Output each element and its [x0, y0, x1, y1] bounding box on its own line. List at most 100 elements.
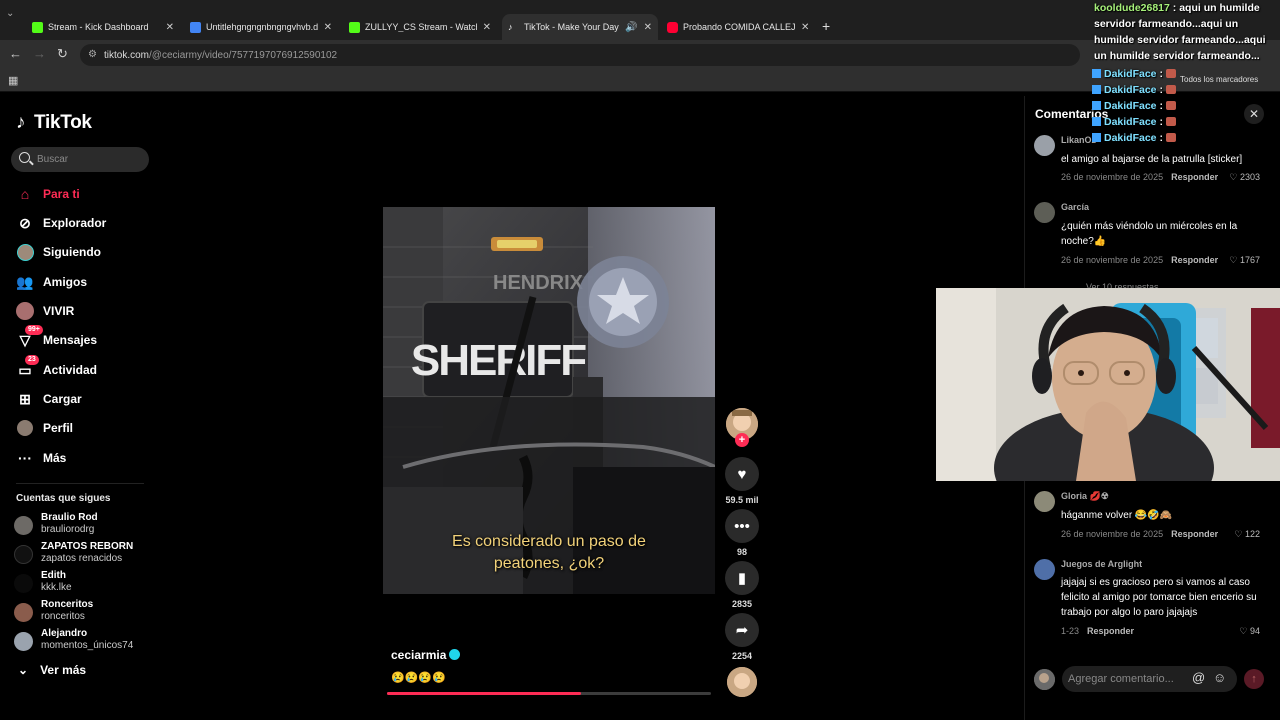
- account-handle: zapatos renacidos: [41, 553, 123, 564]
- comment-like-button[interactable]: ♡ 94: [1239, 626, 1260, 637]
- url-path: /@ceciarmy/video/7577197076912590102: [149, 50, 338, 61]
- comment-button[interactable]: •••: [725, 509, 759, 543]
- comment-user[interactable]: García: [1061, 202, 1089, 212]
- music-avatar[interactable]: [727, 667, 757, 697]
- nav-label: Mensajes: [43, 333, 98, 347]
- tab-audio-icon[interactable]: 🔊: [625, 22, 637, 33]
- streamer-webcam-overlay: [936, 288, 1280, 481]
- browser-tab[interactable]: Probando COMIDA CALLEJERA ✕: [661, 14, 817, 40]
- account-handle: ronceritos: [41, 611, 85, 622]
- url-field[interactable]: ⚙ tiktok.com/@ceciarmy/video/75771970769…: [80, 44, 1080, 66]
- nav-label: Amigos: [43, 275, 88, 289]
- account-handle: brauliorodrg: [41, 524, 95, 535]
- comment-like-button[interactable]: ♡ 122: [1234, 529, 1260, 540]
- video-progress-bar[interactable]: [387, 692, 711, 695]
- comment-dots-icon: •••: [734, 517, 750, 535]
- avatar[interactable]: [1034, 135, 1055, 156]
- nav-item-siguiendo[interactable]: Siguiendo: [16, 241, 101, 263]
- webcam-frame: [936, 288, 1280, 481]
- tiktok-logo[interactable]: ♪ TikTok: [16, 112, 92, 134]
- arrow-up-icon: ↑: [1251, 673, 1257, 685]
- browser-tab-active[interactable]: ♪ TikTok - Make Your Day 🔊 ✕: [502, 14, 658, 40]
- following-header: Cuentas que sigues: [16, 493, 111, 504]
- tab-close-icon[interactable]: ✕: [801, 22, 809, 33]
- video-author[interactable]: ceciarmia: [391, 648, 461, 662]
- tab-close-icon[interactable]: ✕: [644, 22, 652, 33]
- kick-favicon-icon: [32, 21, 43, 33]
- followed-account[interactable]: ZAPATOS REBORN zapatos renacidos: [14, 541, 154, 567]
- share-button[interactable]: ➦: [725, 613, 759, 647]
- comment-count: 98: [736, 547, 747, 557]
- tab-search-dropdown-icon[interactable]: ⌄: [6, 8, 20, 22]
- comment-user[interactable]: Juegos de Arglight: [1061, 559, 1142, 569]
- video-player[interactable]: HENDRIX SHERIFF Es considerado un paso d…: [383, 207, 715, 594]
- reply-button[interactable]: Responder: [1171, 255, 1218, 265]
- avatar[interactable]: [1034, 491, 1055, 512]
- like-button[interactable]: ♥: [725, 457, 759, 491]
- account-name: Ronceritos: [41, 599, 94, 610]
- comment-user[interactable]: Gloria 💋☢: [1061, 491, 1109, 502]
- comment-like-count: 2303: [1239, 172, 1260, 182]
- followed-account[interactable]: Ronceritos ronceritos: [14, 599, 154, 625]
- comment-like-button[interactable]: ♡ 1767: [1229, 255, 1260, 266]
- site-info-icon[interactable]: ⚙: [88, 49, 97, 60]
- comment-like-button[interactable]: ♡ 2303: [1229, 172, 1260, 183]
- new-tab-button[interactable]: +: [822, 18, 830, 34]
- nav-label: Explorador: [43, 216, 107, 230]
- nav-item-amigos[interactable]: 👥 Amigos: [16, 271, 87, 293]
- comment-meta: 26 de noviembre de 2025 Responder: [1061, 172, 1218, 182]
- search-input[interactable]: Buscar: [11, 147, 149, 172]
- save-count: 2835: [731, 599, 753, 609]
- nav-item-mas[interactable]: ··· Más: [16, 447, 66, 469]
- author-name: ceciarmia: [391, 648, 447, 662]
- tab-close-icon[interactable]: ✕: [483, 22, 491, 33]
- browser-tab[interactable]: ZULLYY_CS Stream - Watch Live ✕: [343, 14, 497, 40]
- nav-item-explorador[interactable]: ⊘ Explorador: [16, 212, 106, 234]
- reply-button[interactable]: Responder: [1171, 172, 1218, 182]
- browser-tab[interactable]: Stream - Kick Dashboard ✕: [26, 14, 180, 40]
- tab-close-icon[interactable]: ✕: [166, 22, 174, 33]
- avatar[interactable]: [1034, 559, 1055, 580]
- reply-button[interactable]: Responder: [1087, 626, 1134, 636]
- chat-colon: :: [1169, 2, 1180, 14]
- apps-grid-icon[interactable]: ▦: [8, 74, 18, 87]
- chat-colon: :: [1156, 100, 1166, 112]
- follow-plus-button[interactable]: +: [735, 433, 749, 447]
- nav-item-para-ti[interactable]: ⌂ Para ti: [16, 183, 80, 205]
- reload-icon[interactable]: ↻: [57, 46, 68, 62]
- see-more-button[interactable]: ⌄ Ver más: [18, 663, 86, 677]
- comment-input[interactable]: Agregar comentario... @ ☺: [1062, 666, 1237, 692]
- nav-item-actividad[interactable]: ▭ 23 Actividad: [16, 355, 97, 381]
- account-name: Alejandro: [41, 628, 88, 639]
- forward-icon[interactable]: →: [33, 46, 46, 61]
- reply-button[interactable]: Responder: [1171, 529, 1218, 539]
- tab-close-icon[interactable]: ✕: [324, 22, 332, 33]
- avatar[interactable]: [1034, 202, 1055, 223]
- back-icon[interactable]: ←: [9, 46, 22, 61]
- send-comment-button[interactable]: ↑: [1244, 669, 1264, 689]
- kick-badge-icon: [1092, 117, 1101, 126]
- followed-account[interactable]: Edith kkk.lke: [14, 570, 154, 596]
- comment-meta: 26 de noviembre de 2025 Responder: [1061, 529, 1218, 539]
- browser-tab[interactable]: Untitlehgngngnbngngvhvb.d.g ✕: [184, 14, 338, 40]
- kick-favicon-icon: [349, 21, 360, 33]
- chat-message: DakidFace :: [1088, 82, 1280, 98]
- kick-badge-icon: [1092, 101, 1101, 110]
- nav-item-mensajes[interactable]: ▽ 99+ Mensajes: [16, 325, 98, 351]
- followed-account[interactable]: Braulio Rod brauliorodrg: [14, 512, 154, 538]
- nav-item-cargar[interactable]: ⊞ Cargar: [16, 388, 82, 410]
- avatar-image: [727, 667, 757, 697]
- more-dots-icon: ···: [18, 450, 32, 466]
- messages-badge: 99+: [25, 325, 43, 335]
- emoji-icon[interactable]: ☺: [1213, 670, 1226, 685]
- save-button[interactable]: ▮: [725, 561, 759, 595]
- logo-text: TikTok: [34, 112, 92, 133]
- mention-icon[interactable]: @: [1192, 670, 1205, 685]
- nav-item-vivir[interactable]: VIVIR: [16, 300, 74, 322]
- my-avatar: [1034, 669, 1055, 690]
- chat-message: DakidFace :: [1088, 114, 1280, 130]
- tab-title: ZULLYY_CS Stream - Watch Live: [365, 22, 477, 32]
- nav-item-perfil[interactable]: Perfil: [16, 417, 73, 439]
- account-name: Braulio Rod: [41, 512, 98, 523]
- followed-account[interactable]: Alejandro momentos_únicos74: [14, 628, 154, 654]
